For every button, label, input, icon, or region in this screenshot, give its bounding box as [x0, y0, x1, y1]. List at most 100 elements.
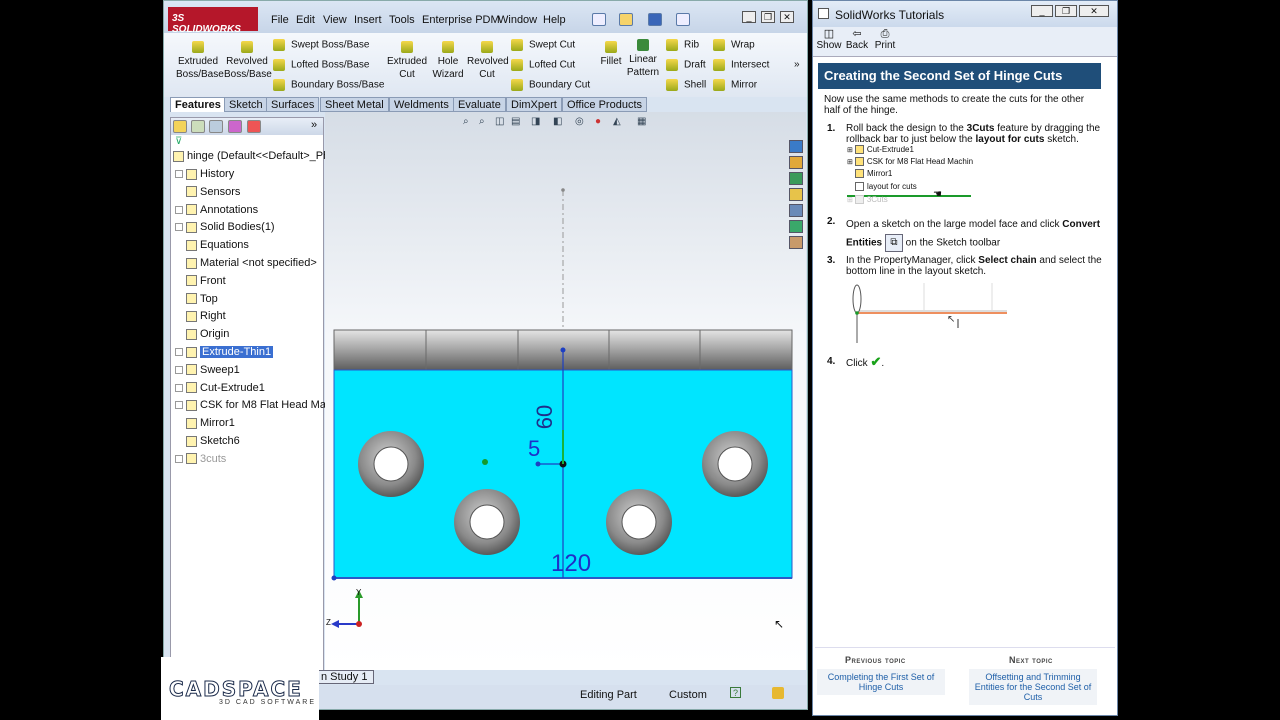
save-icon[interactable] [648, 13, 662, 26]
status-units[interactable]: Custom [669, 689, 707, 701]
menu-insert[interactable]: Insert [354, 14, 382, 26]
hole-wizard-button[interactable]: Hole Wizard [428, 41, 468, 81]
tree-item-csk-for-m8-flat-head-mach[interactable]: CSK for M8 Flat Head Mach [171, 397, 338, 414]
expand-icon[interactable] [175, 348, 183, 357]
back-button[interactable]: ⇦ Back [843, 29, 871, 52]
tree-item-annotations[interactable]: Annotations [171, 202, 258, 219]
print-button[interactable]: ⎙ Print [871, 29, 899, 52]
configuration-manager-icon[interactable] [209, 120, 223, 133]
tree-item-3cuts[interactable]: 3cuts [171, 451, 226, 468]
boundary-boss-button[interactable]: Boundary Boss/Base [273, 79, 384, 91]
swept-cut-button[interactable]: Swept Cut [511, 39, 575, 51]
close-icon[interactable]: ✕ [780, 11, 794, 23]
sketch-point-left[interactable] [535, 461, 541, 467]
extruded-cut-button[interactable]: Extruded Cut [386, 41, 428, 81]
tab-features[interactable]: Features [170, 97, 226, 112]
linear-pattern-button[interactable]: Linear Pattern [624, 39, 662, 79]
appearances-icon[interactable] [789, 220, 803, 233]
tab-sheet-metal[interactable]: Sheet Metal [320, 97, 389, 112]
rebuild-icon[interactable] [772, 687, 784, 699]
tab-dimxpert[interactable]: DimXpert [506, 97, 562, 112]
display-manager-icon[interactable] [247, 120, 261, 133]
menu-file[interactable]: File [271, 14, 289, 26]
tutorial-close-icon[interactable]: ✕ [1079, 5, 1109, 17]
minimize-icon[interactable]: _ [742, 11, 756, 23]
tutorial-minimize-icon[interactable]: _ [1031, 5, 1053, 17]
revolved-boss-button[interactable]: Revolved Boss/Base [224, 41, 272, 81]
tree-item-equations[interactable]: Equations [171, 237, 249, 254]
tree-item-right[interactable]: Right [171, 308, 226, 325]
tree-item-sketch6[interactable]: Sketch6 [171, 433, 240, 450]
tree-item-sweep1[interactable]: Sweep1 [171, 362, 240, 379]
solidworks-resources-icon[interactable] [789, 140, 803, 153]
graphics-area[interactable]: ⌕ ⌕ ◫ ▤ ◨ ◧ ◎ ● ◭ ▦ 60 5 120 Y Z ↖ [325, 112, 806, 670]
design-library-icon[interactable] [789, 156, 803, 169]
dimension-5[interactable]: 5 [528, 436, 540, 462]
tree-item-material-not-specified[interactable]: Material <not specified> [171, 255, 317, 272]
tab-motion-study[interactable]: n Study 1 [314, 670, 374, 684]
tab-office-products[interactable]: Office Products [562, 97, 647, 112]
tree-item-front[interactable]: Front [171, 273, 226, 290]
previous-topic-link[interactable]: Completing the First Set of Hinge Cuts [817, 669, 945, 695]
shell-button[interactable]: Shell [666, 79, 706, 91]
next-topic-link[interactable]: Offsetting and Trimming Entities for the… [969, 669, 1097, 705]
tree-item-history[interactable]: History [171, 166, 234, 183]
menu-window[interactable]: Window [498, 14, 537, 26]
expand-icon[interactable] [175, 454, 183, 463]
tree-root-hinge[interactable]: hinge (Default<<Default>_Ph [171, 148, 329, 165]
tree-item-solid-bodies-1[interactable]: Solid Bodies(1) [171, 219, 275, 236]
tutorial-restore-icon[interactable]: ❐ [1055, 5, 1077, 17]
sketch-point-top[interactable] [560, 347, 566, 353]
sketch-point-corner[interactable] [331, 575, 337, 581]
expand-icon[interactable] [175, 383, 183, 392]
expand-icon[interactable] [175, 170, 183, 179]
rib-button[interactable]: Rib [666, 39, 699, 51]
draft-button[interactable]: Draft [666, 59, 706, 71]
feature-manager-icon[interactable] [173, 120, 187, 133]
sketch-point-green[interactable] [482, 459, 488, 465]
expand-icon[interactable] [175, 365, 183, 374]
help-icon[interactable]: ? [730, 687, 741, 698]
new-document-icon[interactable] [592, 13, 606, 26]
open-folder-icon[interactable] [619, 13, 633, 26]
tab-evaluate[interactable]: Evaluate [453, 97, 506, 112]
intersect-button[interactable]: Intersect [713, 59, 769, 71]
tab-weldments[interactable]: Weldments [389, 97, 454, 112]
expand-panel-icon[interactable]: » [311, 119, 317, 131]
dimxpert-manager-icon[interactable] [228, 120, 242, 133]
menu-view[interactable]: View [323, 14, 347, 26]
swept-boss-button[interactable]: Swept Boss/Base [273, 39, 369, 51]
property-manager-icon[interactable] [191, 120, 205, 133]
menu-tools[interactable]: Tools [389, 14, 415, 26]
boundary-cut-button[interactable]: Boundary Cut [511, 79, 590, 91]
print-icon[interactable] [676, 13, 690, 26]
lofted-boss-button[interactable]: Lofted Boss/Base [273, 59, 369, 71]
dimension-60[interactable]: 60 [532, 405, 558, 429]
more-commands-icon[interactable]: » [794, 59, 800, 70]
tree-item-extrude-thin1[interactable]: Extrude-Thin1 [171, 344, 274, 361]
tree-item-sensors[interactable]: Sensors [171, 184, 240, 201]
menu-help[interactable]: Help [543, 14, 566, 26]
lofted-cut-button[interactable]: Lofted Cut [511, 59, 575, 71]
menu-enterprise-pdm[interactable]: Enterprise PDM [422, 14, 500, 26]
restore-icon[interactable]: ❐ [761, 11, 775, 23]
dimension-120[interactable]: 120 [551, 550, 591, 578]
tab-surfaces[interactable]: Surfaces [266, 97, 320, 112]
expand-icon[interactable] [175, 401, 183, 410]
fillet-button[interactable]: Fillet [596, 41, 626, 68]
menu-edit[interactable]: Edit [296, 14, 315, 26]
wrap-button[interactable]: Wrap [713, 39, 755, 51]
file-explorer-icon[interactable] [789, 172, 803, 185]
tree-item-origin[interactable]: Origin [171, 326, 229, 343]
mirror-button[interactable]: Mirror [713, 79, 757, 91]
extruded-boss-button[interactable]: Extruded Boss/Base [176, 41, 224, 81]
expand-icon[interactable] [175, 223, 183, 232]
show-button[interactable]: ◫ Show [815, 29, 843, 52]
search-icon[interactable] [789, 188, 803, 201]
tree-item-top[interactable]: Top [171, 291, 218, 308]
tree-item-mirror1[interactable]: Mirror1 [171, 415, 235, 432]
revolved-cut-button[interactable]: Revolved Cut [467, 41, 509, 81]
expand-icon[interactable] [175, 205, 183, 214]
custom-properties-icon[interactable] [789, 236, 803, 249]
tab-sketch[interactable]: Sketch [224, 97, 268, 112]
